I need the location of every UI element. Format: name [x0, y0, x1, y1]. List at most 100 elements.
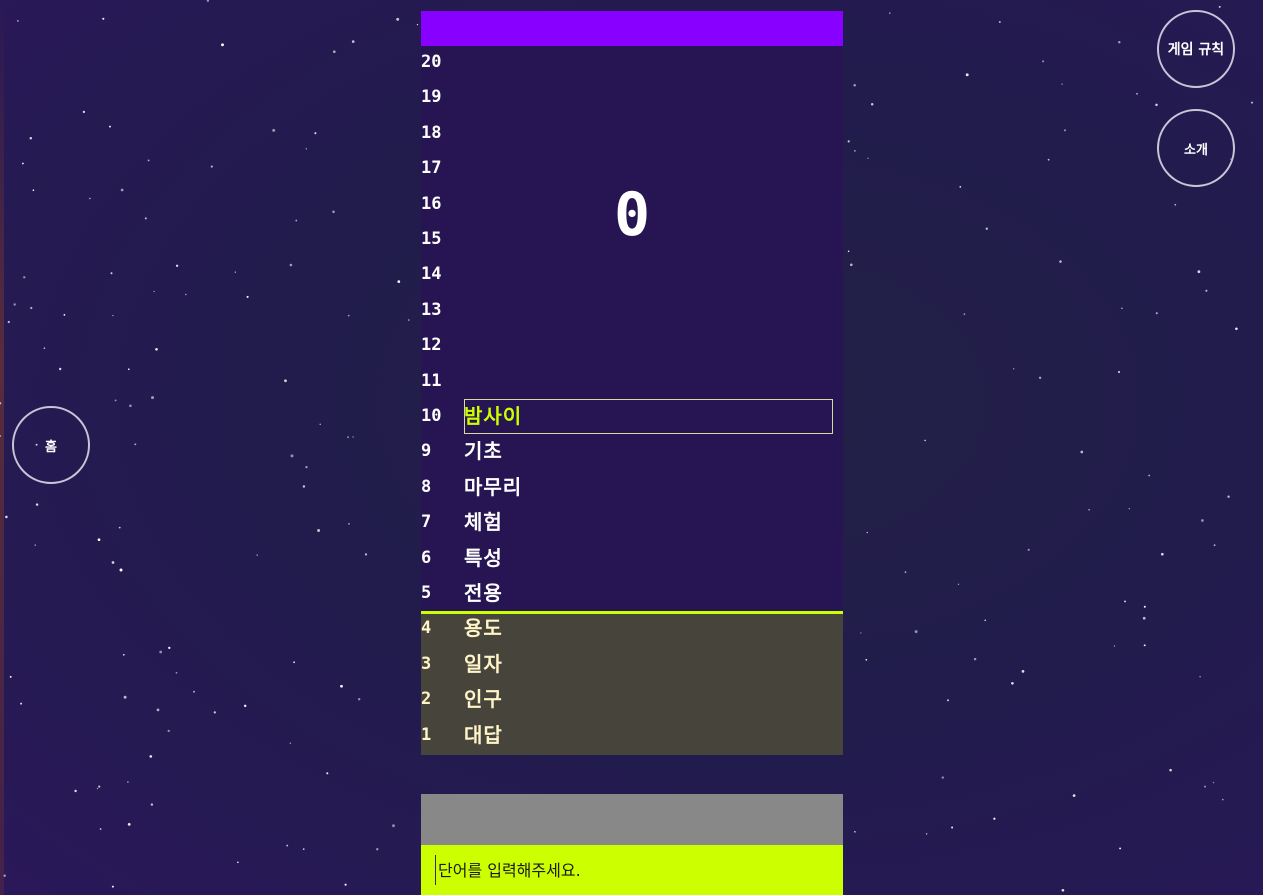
star [870, 102, 874, 106]
star [904, 571, 907, 573]
star [1227, 495, 1230, 498]
stacked-word: 특성 [464, 545, 503, 570]
star [319, 423, 321, 425]
game-board: 0 20 19 18 17 16 15 14 13 12 11 10 밤사이 9 기초 8 마무리 7 체험 6 특성… [421, 11, 843, 895]
stack-row: 4 용도 [421, 612, 843, 647]
star [305, 465, 308, 469]
star [364, 553, 368, 556]
star [993, 817, 996, 820]
star [13, 303, 16, 306]
star [147, 159, 150, 162]
stack-row: 13 [421, 294, 843, 329]
star [17, 20, 19, 22]
star [1117, 370, 1121, 374]
star [1142, 616, 1146, 620]
stack-row: 9 기초 [421, 435, 843, 470]
star [206, 0, 210, 2]
star [957, 583, 960, 586]
game-rules-button[interactable]: 게임 규칙 [1157, 10, 1235, 88]
star [99, 828, 102, 830]
star [889, 12, 891, 14]
star [110, 272, 113, 275]
star [302, 485, 306, 488]
stack-row: 3 일자 [421, 648, 843, 683]
stack-row: 16 [421, 188, 843, 223]
star [289, 742, 292, 745]
star [22, 162, 24, 165]
row-number: 3 [421, 653, 432, 674]
star [153, 290, 155, 293]
stack-row: 1 대답 [421, 719, 843, 754]
star [1063, 129, 1067, 132]
star [1169, 768, 1172, 772]
word-input[interactable] [435, 855, 828, 885]
star [0, 401, 2, 405]
stack-row: 2 인구 [421, 683, 843, 718]
row-number: 1 [421, 724, 432, 745]
star [3, 874, 6, 877]
row-number: 4 [421, 618, 432, 639]
star [1197, 270, 1201, 274]
star [134, 443, 137, 446]
star [302, 848, 305, 850]
star [1021, 670, 1025, 673]
star [1218, 5, 1221, 8]
star [243, 704, 247, 708]
star [175, 671, 178, 674]
star [392, 824, 395, 828]
star [1038, 376, 1042, 379]
star [97, 538, 101, 542]
star [286, 844, 289, 847]
star [246, 295, 249, 298]
star [127, 823, 131, 826]
star [963, 313, 966, 315]
star [1072, 794, 1076, 797]
star [111, 885, 114, 888]
row-number: 6 [421, 547, 432, 568]
star [865, 658, 868, 661]
star [1213, 544, 1216, 547]
stacked-word: 체험 [464, 510, 503, 535]
star [1118, 41, 1121, 44]
star [23, 276, 26, 279]
star [221, 43, 224, 47]
star [96, 787, 99, 790]
row-number: 2 [421, 689, 432, 710]
star [167, 729, 170, 733]
star [847, 250, 850, 253]
star [951, 826, 954, 829]
star [175, 264, 179, 267]
star [926, 833, 928, 835]
star [289, 263, 293, 267]
star [293, 661, 295, 664]
star [156, 708, 160, 712]
star [1155, 312, 1158, 315]
star [5, 515, 8, 519]
star [127, 368, 130, 371]
about-button[interactable]: 소개 [1157, 109, 1235, 187]
row-number: 19 [421, 87, 442, 108]
star [347, 436, 350, 439]
star [1061, 888, 1065, 892]
stack-row: 20 [421, 46, 843, 81]
home-button[interactable]: 홈 [12, 406, 90, 484]
star [43, 347, 46, 349]
status-bar [421, 794, 843, 845]
star [853, 84, 856, 87]
star [159, 650, 163, 654]
stacked-word: 대답 [464, 722, 503, 747]
star [1013, 368, 1015, 370]
star [63, 313, 66, 316]
star [854, 831, 856, 833]
stack-row: 11 [421, 365, 843, 400]
star [941, 776, 944, 779]
star [193, 690, 195, 693]
star [295, 219, 298, 222]
star [1047, 158, 1050, 161]
star [34, 544, 36, 546]
star [185, 293, 187, 296]
star [314, 132, 317, 135]
star [98, 785, 101, 788]
stack-row: 8 마무리 [421, 471, 843, 506]
star [111, 561, 115, 564]
